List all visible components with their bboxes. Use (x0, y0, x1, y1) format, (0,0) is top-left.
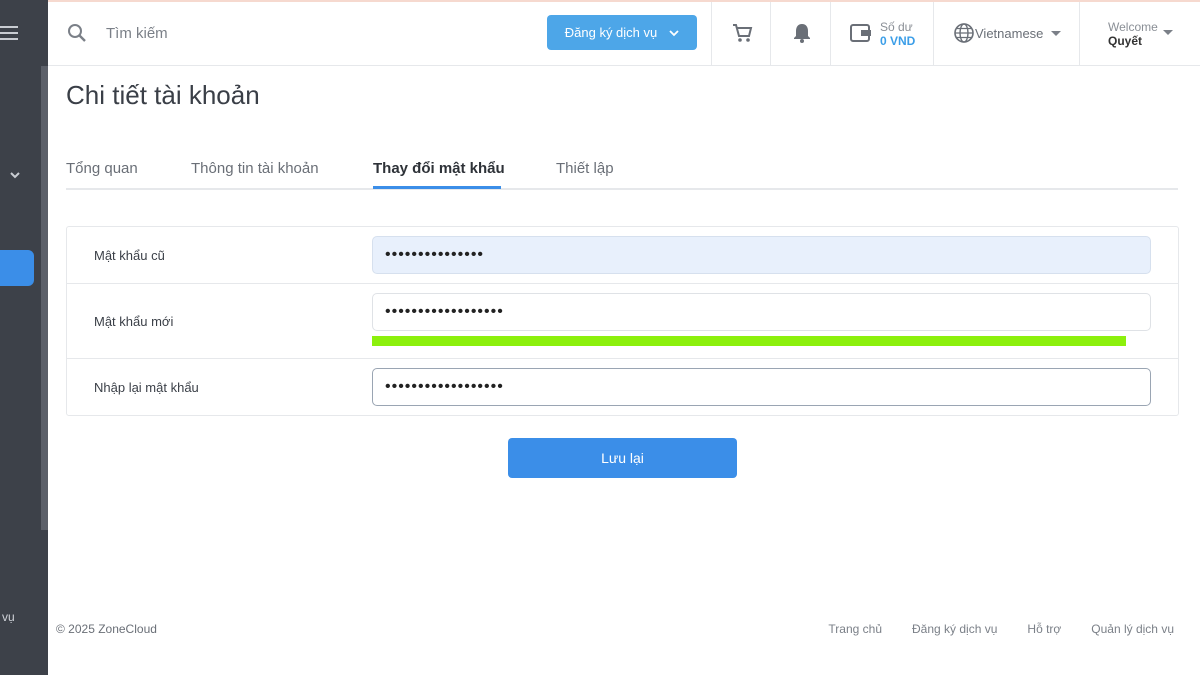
language-selector[interactable]: Vietnamese (975, 26, 1062, 41)
register-service-button[interactable]: Đăng ký dịch vụ (547, 15, 697, 50)
tab-change-password[interactable]: Thay đổi mật khẩu (373, 160, 505, 177)
confirm-password-field[interactable] (372, 368, 1151, 406)
welcome-label: Welcome (1108, 20, 1158, 34)
header-divider (830, 2, 831, 66)
cart-icon[interactable] (731, 22, 753, 44)
active-tab-indicator (373, 186, 501, 189)
page-title: Chi tiết tài khoản (66, 80, 260, 110)
account-tabs: Tổng quan Thông tin tài khoản Thay đổi m… (66, 150, 1178, 190)
tab-settings[interactable]: Thiết lập (556, 160, 614, 177)
old-password-field[interactable] (372, 236, 1151, 274)
search-icon (68, 24, 86, 42)
caret-down-icon[interactable] (1163, 30, 1173, 35)
sidebar-active-item[interactable] (0, 250, 34, 286)
header-divider (711, 2, 712, 66)
search-input[interactable] (100, 18, 400, 48)
sidebar-scrollbar[interactable] (41, 66, 48, 530)
sidebar-bottom-label[interactable]: vụ (2, 610, 15, 624)
new-password-field[interactable] (372, 293, 1151, 331)
caret-down-icon (1051, 31, 1062, 36)
confirm-password-label: Nhập lại mật khẩu (94, 380, 199, 395)
globe-icon (954, 23, 974, 43)
footer-link-home[interactable]: Trang chủ (828, 622, 882, 636)
tab-overview[interactable]: Tổng quan (66, 160, 138, 177)
balance-label: Số dư (880, 20, 913, 34)
wallet-icon[interactable] (850, 23, 872, 43)
save-button[interactable]: Lưu lại (508, 438, 737, 478)
balance-value: 0 VND (880, 34, 916, 48)
footer-links: Trang chủ Đăng ký dịch vụ Hỗ trợ Quản lý… (828, 622, 1174, 636)
change-password-form: Mật khẩu cũ Mật khẩu mới Nhập lại mật kh… (66, 226, 1179, 416)
user-name: Quyết (1108, 34, 1143, 48)
top-header: Đăng ký dịch vụ Số dư 0 VND Vietnamese W… (48, 2, 1200, 66)
register-service-label: Đăng ký dịch vụ (564, 25, 658, 40)
chevron-down-icon (669, 29, 679, 36)
tab-account-info[interactable]: Thông tin tài khoản (191, 160, 319, 177)
form-row-new-password: Mật khẩu mới (67, 284, 1178, 359)
user-menu[interactable]: Welcome Quyết (1108, 20, 1158, 48)
footer-link-support[interactable]: Hỗ trợ (1027, 622, 1061, 636)
language-label: Vietnamese (975, 26, 1044, 41)
balance-display[interactable]: Số dư 0 VND (880, 20, 915, 48)
password-strength-bar (372, 336, 1126, 346)
old-password-label: Mật khẩu cũ (94, 248, 165, 263)
new-password-label: Mật khẩu mới (94, 314, 174, 329)
menu-icon[interactable] (0, 22, 20, 44)
form-row-confirm-password: Nhập lại mật khẩu (67, 359, 1178, 416)
header-divider (933, 2, 934, 66)
form-row-old-password: Mật khẩu cũ (67, 227, 1178, 284)
bell-icon[interactable] (791, 22, 813, 44)
sidebar: vụ (0, 0, 48, 675)
header-divider (770, 2, 771, 66)
chevron-down-icon[interactable] (8, 168, 22, 182)
footer-link-manage-services[interactable]: Quản lý dịch vụ (1091, 622, 1174, 636)
copyright: © 2025 ZoneCloud (56, 622, 157, 636)
footer-link-register-service[interactable]: Đăng ký dịch vụ (912, 622, 997, 636)
header-divider (1079, 2, 1080, 66)
